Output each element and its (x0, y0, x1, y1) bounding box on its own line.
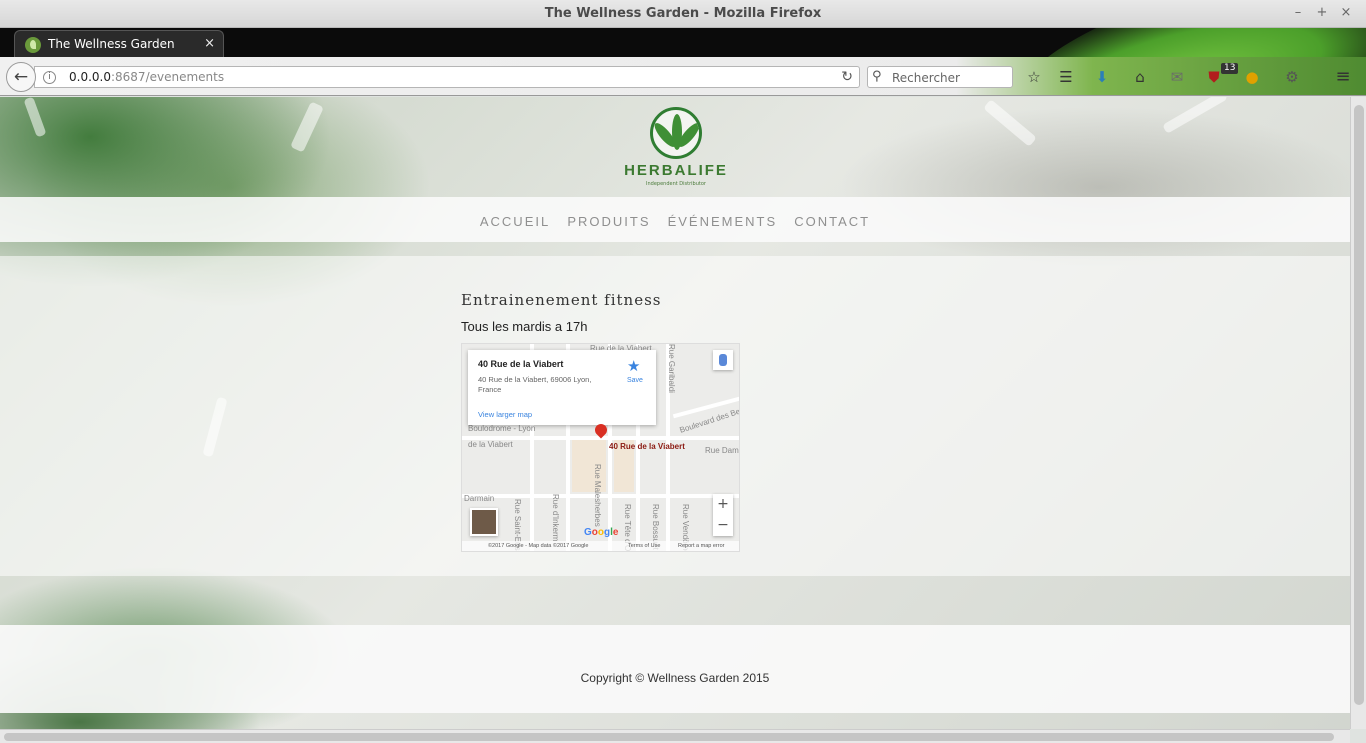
map-place-card: 40 Rue de la Viabert 40 Rue de la Viaber… (468, 350, 656, 425)
herbalife-leaf-icon (650, 107, 702, 159)
site-menu: ACCUEIL PRODUITS ÉVÉNEMENTS CONTACT (0, 211, 1350, 230)
place-address: 40 Rue de la Viabert, 69006 Lyon, France (478, 375, 592, 394)
horizontal-scrollbar[interactable] (0, 729, 1350, 743)
background-leaf (290, 101, 324, 153)
pin-label: 40 Rue de la Viabert (609, 442, 685, 451)
google-logo: Google (584, 527, 619, 538)
event-title: Entrainenement fitness (461, 291, 662, 309)
extension-menu-icon[interactable]: ⚙ (1282, 67, 1302, 87)
map-zoom-control: + − (713, 494, 733, 536)
reader-list-icon[interactable]: ☰ (1056, 67, 1076, 87)
close-window-button[interactable]: × (1338, 5, 1354, 21)
google-map-embed[interactable]: Rue de la Viabert Boulodrome - Lyon de l… (461, 343, 740, 552)
navigation-toolbar: i 0.0.0.0:8687/evenements ↻ ← ⚲ Recherch… (0, 57, 1366, 96)
logo-wordmark: HERBALIFE (624, 162, 728, 179)
site-nav-band: ACCUEIL PRODUITS ÉVÉNEMENTS CONTACT (0, 197, 1350, 242)
page-viewport: HERBALIFE Independent Distributor ACCUEI… (0, 97, 1350, 729)
horizontal-scroll-thumb[interactable] (4, 733, 1334, 741)
reload-icon[interactable]: ↻ (841, 69, 853, 85)
home-icon[interactable]: ⌂ (1130, 67, 1150, 87)
place-name: 40 Rue de la Viabert (478, 359, 564, 369)
save-star-icon[interactable]: ★ (627, 357, 640, 375)
tab-strip: The Wellness Garden × + (0, 28, 1366, 57)
street-label: Rue Dam (705, 446, 739, 455)
extension-badge: 13 (1221, 63, 1239, 74)
logo-subtitle: Independent Distributor (646, 181, 706, 187)
map-report-link[interactable]: Report a map error (678, 543, 724, 549)
background-leaf (1162, 97, 1228, 134)
url-text[interactable]: 0.0.0.0:8687/evenements (69, 70, 224, 84)
vertical-scroll-thumb[interactable] (1354, 105, 1364, 705)
bookmark-star-icon[interactable]: ☆ (1024, 67, 1044, 87)
menu-produits[interactable]: PRODUITS (567, 214, 650, 229)
zoom-in-button[interactable]: + (713, 494, 733, 515)
window-title: The Wellness Garden - Mozilla Firefox (544, 6, 822, 21)
window-titlebar: The Wellness Garden - Mozilla Firefox – … (0, 0, 1366, 28)
menu-accueil[interactable]: ACCUEIL (480, 214, 550, 229)
event-description: Tous les mardis a 17h (461, 319, 588, 334)
theme-leaf-decoration (999, 28, 1366, 57)
vertical-scrollbar[interactable] (1350, 97, 1366, 729)
menu-contact[interactable]: CONTACT (794, 214, 870, 229)
street-view-pegman-icon[interactable] (713, 350, 733, 370)
search-icon: ⚲ (872, 69, 882, 84)
satellite-toggle-button[interactable] (470, 508, 498, 536)
pocket-icon[interactable]: ✉ (1167, 67, 1187, 87)
background-leaf (983, 99, 1037, 147)
map-data-attribution: ©2017 Google - Map data ©2017 Google (488, 543, 589, 549)
map-terms-link[interactable]: Terms of Use (628, 543, 660, 549)
street-label: Darmain (464, 494, 495, 503)
tab-close-icon[interactable]: × (204, 36, 215, 51)
zoom-out-button[interactable]: − (713, 515, 733, 536)
street-label: Rue Malesherbes (593, 464, 602, 527)
map-attribution: ©2017 Google - Map data ©2017 Google Ter… (462, 541, 739, 551)
tab-title: The Wellness Garden (48, 37, 175, 51)
copyright-text: Copyright © Wellness Garden 2015 (580, 671, 770, 685)
menu-evenements[interactable]: ÉVÉNEMENTS (668, 214, 778, 229)
minimize-button[interactable]: – (1290, 5, 1306, 21)
site-info-icon[interactable]: i (43, 71, 56, 84)
site-footer: Copyright © Wellness Garden 2015 (0, 625, 1350, 713)
street-label: Boulodrome - Lyon (468, 424, 536, 433)
street-label: Rue Garibaldi (667, 344, 676, 393)
search-placeholder: Rechercher (892, 71, 960, 85)
url-bar[interactable]: i 0.0.0.0:8687/evenements ↻ (34, 66, 860, 88)
maximize-button[interactable]: + (1314, 5, 1330, 21)
search-bar[interactable]: ⚲ Rechercher (867, 66, 1013, 88)
save-place-button[interactable]: Save (627, 377, 643, 384)
back-button[interactable]: ← (6, 62, 36, 92)
site-logo[interactable]: HERBALIFE Independent Distributor (623, 105, 729, 190)
hamburger-menu-icon[interactable]: ≡ (1333, 67, 1353, 87)
background-leaf (23, 97, 47, 138)
herbalife-favicon-icon (25, 37, 41, 53)
download-icon[interactable]: ⬇ (1092, 67, 1112, 87)
tab-wellness-garden[interactable]: The Wellness Garden × (14, 30, 224, 57)
street-label: Rue d'Inkerm (551, 494, 560, 542)
view-larger-map-link[interactable]: View larger map (478, 410, 532, 419)
street-label: de la Viabert (468, 440, 513, 449)
extension-icon[interactable]: ● (1242, 67, 1262, 87)
